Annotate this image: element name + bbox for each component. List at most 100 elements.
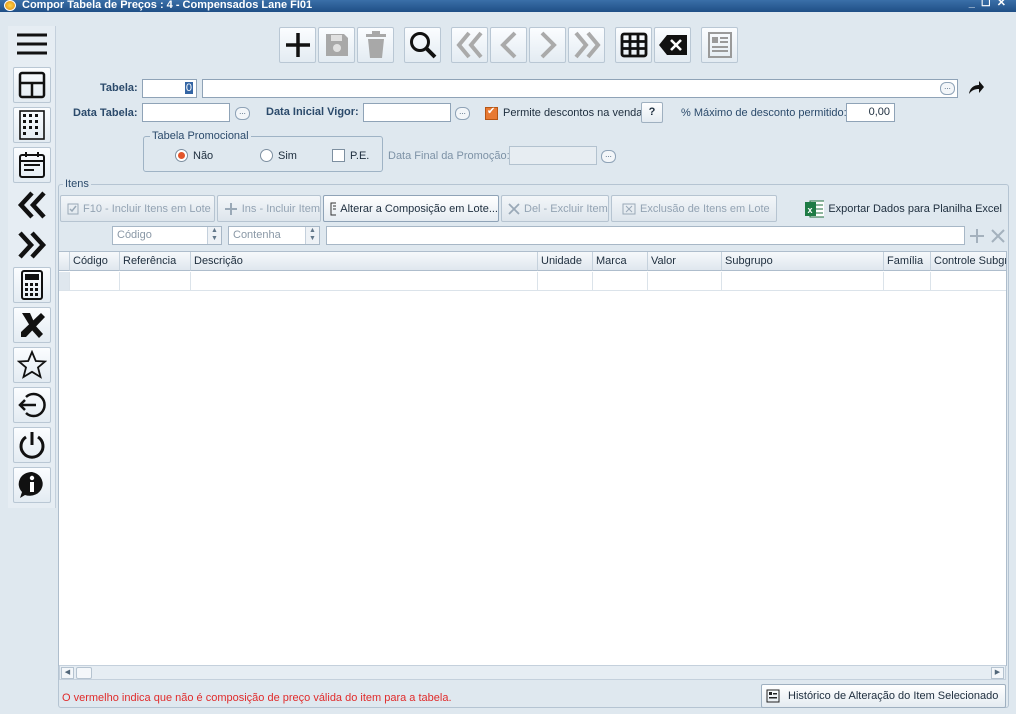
share-arrow-icon[interactable] [966,79,984,100]
exclusao-itens-lote-button[interactable]: Exclusão de Itens em Lote [611,195,777,222]
scroll-thumb[interactable] [76,667,92,679]
clear-filter-icon[interactable] [990,228,1006,247]
data-tabela-input[interactable] [142,103,230,122]
max-desconto-input[interactable]: 0,00 [846,103,895,122]
data-inicial-vigor-input[interactable] [363,103,451,122]
table-cell[interactable] [593,272,648,291]
excel-icon: x [805,200,825,217]
column-header-codigo[interactable]: Código [70,252,120,271]
column-header-subgrupo[interactable]: Subgrupo [722,252,884,271]
checkbox-icon [67,203,79,214]
column-header-descricao[interactable]: Descrição [191,252,538,271]
minimize-button[interactable]: _ [969,0,981,9]
table-cell[interactable] [70,272,120,291]
items-grid[interactable]: Código Referência Descrição Unidade Marc… [58,251,1007,666]
svg-text:x: x [808,205,813,215]
delete-button[interactable] [357,27,394,63]
tabela-code-value: 0 [184,82,193,94]
data-final-picker-button[interactable]: ... [601,150,616,163]
calculator-icon[interactable] [13,267,51,303]
next-record-button[interactable] [529,27,566,63]
scroll-right-icon[interactable]: ▶ [991,667,1004,679]
exportar-excel-label: Exportar Dados para Planilha Excel [828,202,1002,215]
menu-icon[interactable] [13,26,51,62]
double-chevron-left-icon[interactable] [13,187,51,223]
edit-list-icon [330,202,337,215]
table-cell[interactable] [191,272,538,291]
first-record-button[interactable] [451,27,488,63]
window-title-bar: Compor Tabela de Preços : 4 - Compensado… [0,0,1016,12]
permite-descontos-checkbox[interactable] [485,106,498,120]
building-icon[interactable] [13,107,51,143]
incluir-itens-lote-label: F10 - Incluir Itens em Lote [83,202,211,215]
maximize-button[interactable]: ☐ [981,0,997,9]
data-tabela-picker-button[interactable]: ... [235,107,250,120]
tools-icon[interactable] [13,307,51,343]
promo-pe-checkbox[interactable] [332,149,345,162]
data-inicial-picker-button[interactable]: ... [455,107,470,120]
promo-nao-radio[interactable] [175,149,188,162]
table-cell[interactable] [538,272,593,291]
info-icon[interactable] [13,467,51,503]
filter-value-input[interactable] [326,226,965,245]
report-button[interactable] [701,27,738,63]
data-inicial-vigor-label: Data Inicial Vigor: [266,106,359,118]
tabela-code-input[interactable]: 0 [142,79,197,98]
previous-record-button[interactable] [490,27,527,63]
historico-button[interactable]: Histórico de Alteração do Item Seleciona… [761,684,1006,708]
filter-operator-select[interactable]: Contenha ▲ ▼ [228,226,320,245]
column-header-familia[interactable]: Família [884,252,931,271]
incluir-item-button[interactable]: Ins - Incluir Item [217,195,321,222]
filter-operator-value: Contenha [233,229,281,241]
promo-pe-label: P.E. [350,150,370,162]
close-button[interactable]: ✕ [997,0,1012,9]
table-cell[interactable] [648,272,722,291]
add-filter-icon[interactable] [969,228,985,247]
double-chevron-right-icon[interactable] [13,227,51,263]
column-header-unidade[interactable]: Unidade [538,252,593,271]
tabela-search-button[interactable]: ... [940,82,955,95]
last-record-button[interactable] [568,27,605,63]
status-message: O vermelho indica que não é composição d… [62,692,452,704]
column-header-referencia[interactable]: Referência [120,252,191,271]
incluir-itens-lote-button[interactable]: F10 - Incluir Itens em Lote [60,195,215,222]
search-button[interactable] [404,27,441,63]
grid-button[interactable] [615,27,652,63]
incluir-item-label: Ins - Incluir Item [241,202,320,215]
add-button[interactable] [279,27,316,63]
tabela-promocional-legend: Tabela Promocional [152,130,249,142]
spinner-icon: ▲ ▼ [207,227,221,244]
column-header-controle-subgrupo[interactable]: Controle Subgr [931,252,1006,271]
help-button[interactable]: ? [641,102,663,123]
power-icon[interactable] [13,427,51,463]
clear-button[interactable] [654,27,691,63]
tabela-description-input[interactable]: ... [202,79,958,98]
exportar-excel-button[interactable]: x Exportar Dados para Planilha Excel [797,195,1003,222]
plus-icon [225,202,237,215]
horizontal-scrollbar[interactable]: ◀ ▶ [59,665,1006,680]
delete-box-icon [622,203,636,214]
logout-icon[interactable] [13,387,51,423]
excluir-item-button[interactable]: Del - Excluir Item [501,195,609,222]
filter-field-select[interactable]: Código ▲ ▼ [112,226,222,245]
promo-sim-label: Sim [278,150,297,162]
promo-sim-radio[interactable] [260,149,273,162]
save-button[interactable] [318,27,355,63]
table-cell[interactable] [884,272,931,291]
star-icon[interactable] [13,347,51,383]
data-final-promocao-input[interactable] [509,146,597,165]
permite-descontos-label: Permite descontos na venda [503,107,643,119]
data-final-promocao-label: Data Final da Promoção: [388,150,510,162]
column-header-marca[interactable]: Marca [593,252,648,271]
table-cell[interactable] [722,272,884,291]
tabela-label: Tabela: [100,82,138,94]
calendar-icon[interactable] [13,147,51,183]
x-icon [508,202,520,215]
layout-icon[interactable] [13,67,51,103]
row-indicator[interactable] [59,272,70,291]
table-cell[interactable] [120,272,191,291]
column-header-valor[interactable]: Valor [648,252,722,271]
scroll-left-icon[interactable]: ◀ [61,667,74,679]
table-cell[interactable] [931,272,1006,291]
alterar-composicao-button[interactable]: Alterar a Composição em Lote... [323,195,499,222]
